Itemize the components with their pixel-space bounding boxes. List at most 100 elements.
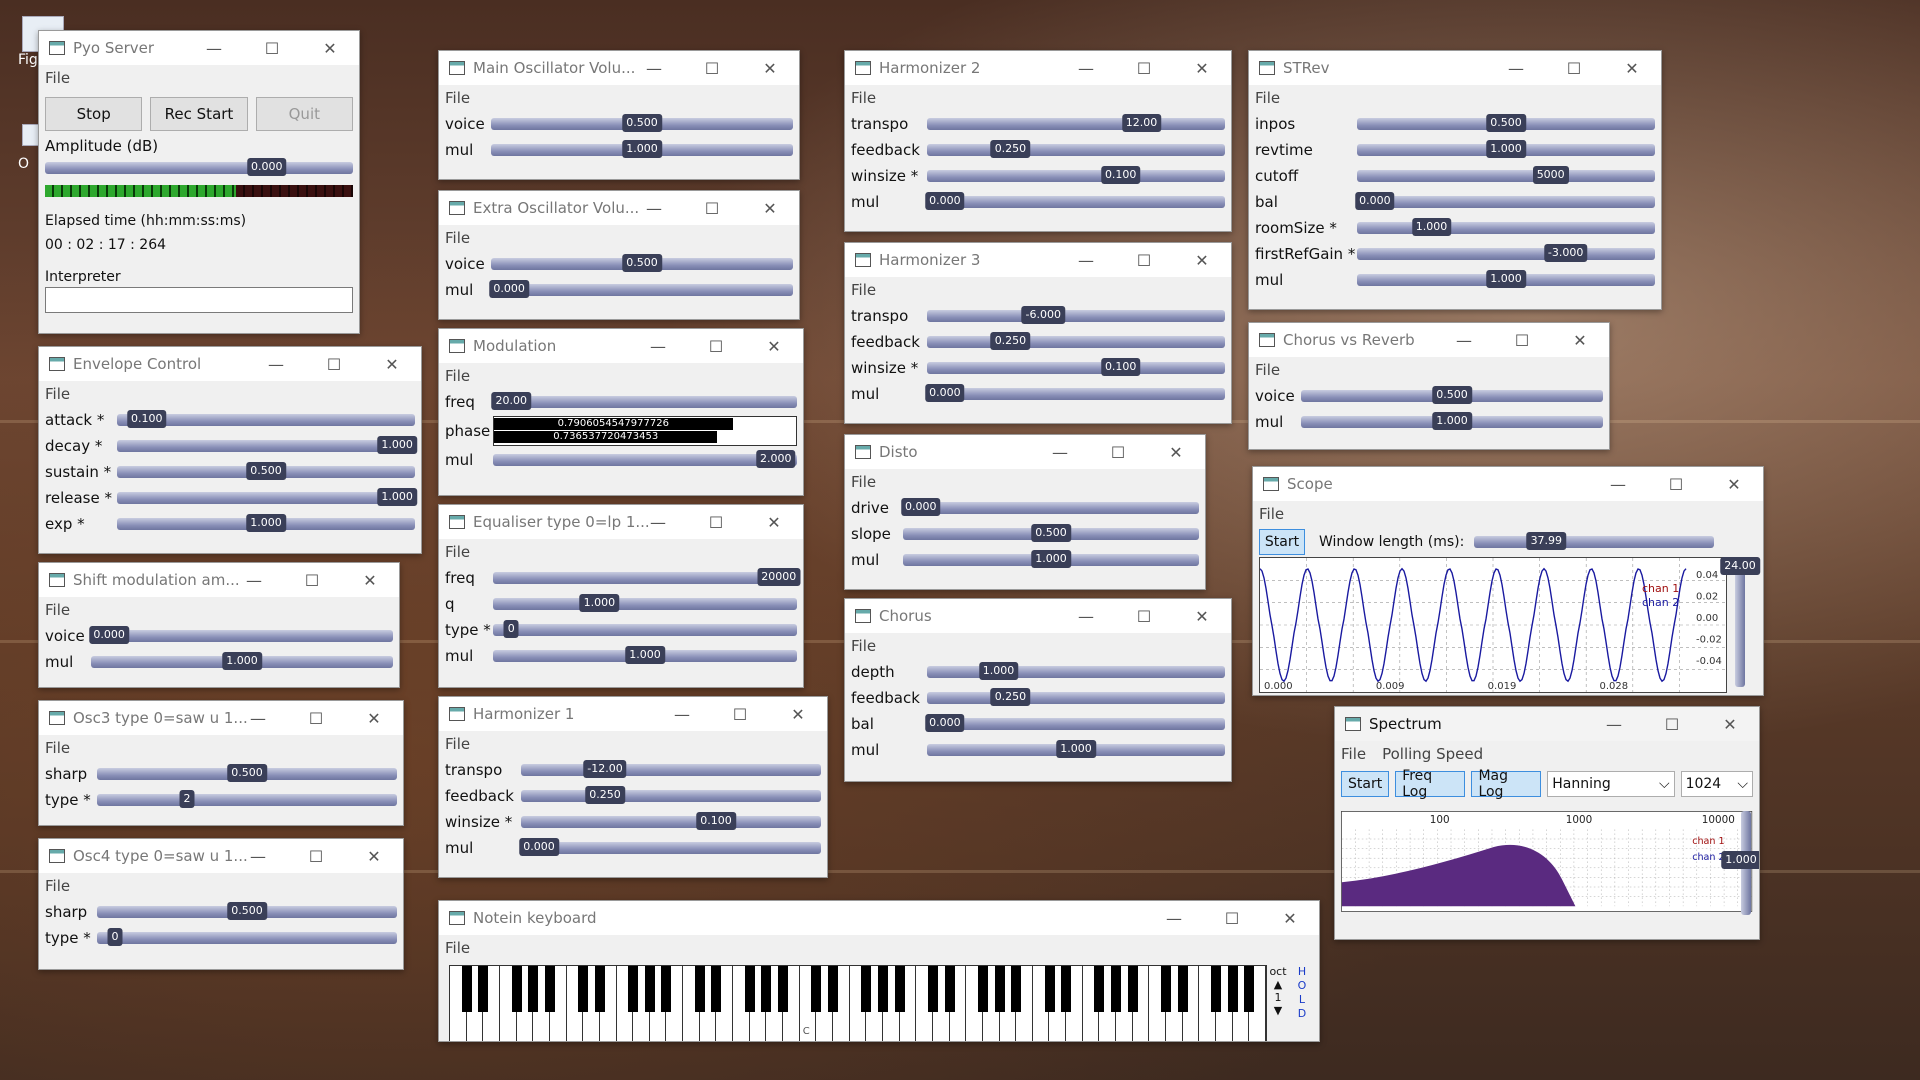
maximize-icon[interactable]: ☐	[1115, 51, 1173, 85]
black-key[interactable]	[528, 966, 539, 1012]
maximize-icon[interactable]: ☐	[1545, 51, 1603, 85]
mag-log-button[interactable]: Mag Log	[1471, 768, 1542, 800]
black-key[interactable]	[1244, 966, 1255, 1012]
parameter-slider[interactable]: 0.500	[491, 114, 793, 132]
parameter-slider[interactable]: 0.000	[901, 498, 1199, 516]
maximize-icon[interactable]: ☐	[1115, 599, 1173, 633]
black-key[interactable]	[1011, 966, 1022, 1012]
parameter-slider[interactable]: 0.250	[927, 332, 1225, 350]
black-key[interactable]	[1111, 966, 1122, 1012]
menu-file[interactable]: File	[445, 543, 470, 561]
octave-down-icon[interactable]: ▼	[1267, 1004, 1289, 1017]
parameter-slider[interactable]: 0.000	[489, 280, 793, 298]
black-key[interactable]	[861, 966, 872, 1012]
parameter-slider[interactable]: 0.100	[927, 358, 1225, 376]
menu-file[interactable]: File	[45, 69, 70, 87]
close-icon[interactable]: ✕	[1173, 243, 1231, 277]
menu-file[interactable]: File	[851, 281, 876, 299]
minimize-icon[interactable]: —	[625, 191, 683, 225]
black-key[interactable]	[1127, 966, 1138, 1012]
close-icon[interactable]: ✕	[341, 563, 399, 597]
maximize-icon[interactable]: ☐	[283, 563, 341, 597]
window-type-select[interactable]: Hanning ⌵	[1547, 771, 1675, 797]
black-key[interactable]	[1044, 966, 1055, 1012]
minimize-icon[interactable]: —	[1031, 435, 1089, 469]
maximize-icon[interactable]: ☐	[305, 347, 363, 381]
black-key[interactable]	[711, 966, 722, 1012]
maximize-icon[interactable]: ☐	[287, 839, 345, 873]
menu-file[interactable]: File	[1341, 745, 1366, 763]
close-icon[interactable]: ✕	[1261, 901, 1319, 935]
menu-file[interactable]: File	[445, 735, 470, 753]
spectrum-start-button[interactable]: Start	[1341, 771, 1390, 797]
spectrum-gain-slider[interactable]: 1.000	[1721, 811, 1759, 915]
parameter-slider[interactable]: 1.000	[117, 436, 417, 454]
black-key[interactable]	[1211, 966, 1222, 1012]
maximize-icon[interactable]: ☐	[683, 51, 741, 85]
menu-file[interactable]: File	[851, 473, 876, 491]
menu-file[interactable]: File	[851, 89, 876, 107]
minimize-icon[interactable]: —	[1487, 51, 1545, 85]
close-icon[interactable]: ✕	[1701, 707, 1759, 741]
black-key[interactable]	[1061, 966, 1072, 1012]
black-key[interactable]	[578, 966, 589, 1012]
minimize-icon[interactable]: —	[653, 697, 711, 731]
parameter-slider[interactable]: 0.000	[519, 838, 821, 856]
black-key[interactable]	[644, 966, 655, 1012]
parameter-slider[interactable]: 0.000	[925, 192, 1225, 210]
maximize-icon[interactable]: ☐	[683, 191, 741, 225]
parameter-slider[interactable]: 0.500	[491, 254, 793, 272]
rec-start-button[interactable]: Rec Start	[150, 97, 248, 131]
parameter-slider[interactable]: 12.00	[927, 114, 1225, 132]
black-key[interactable]	[594, 966, 605, 1012]
maximize-icon[interactable]: ☐	[243, 31, 301, 65]
parameter-slider[interactable]: 0.250	[927, 140, 1225, 158]
minimize-icon[interactable]: —	[1585, 707, 1643, 741]
quit-button[interactable]: Quit	[255, 97, 353, 131]
close-icon[interactable]: ✕	[1705, 467, 1763, 501]
parameter-slider[interactable]: 1.000	[1357, 218, 1655, 236]
fft-size-select[interactable]: 1024 ⌵	[1680, 771, 1753, 797]
parameter-slider[interactable]: 0.100	[117, 410, 415, 428]
maximize-icon[interactable]: ☐	[1203, 901, 1261, 935]
parameter-slider[interactable]: 1.000	[1301, 412, 1603, 430]
black-key[interactable]	[628, 966, 639, 1012]
parameter-slider[interactable]: 0.250	[927, 688, 1225, 706]
minimize-icon[interactable]: —	[185, 31, 243, 65]
parameter-slider[interactable]: 1.000	[493, 594, 797, 612]
parameter-slider[interactable]: 0	[97, 928, 397, 946]
minimize-icon[interactable]: —	[1435, 323, 1493, 357]
menu-file[interactable]: File	[445, 229, 470, 247]
parameter-slider[interactable]: 1.000	[117, 514, 415, 532]
black-key[interactable]	[977, 966, 988, 1012]
black-key[interactable]	[877, 966, 888, 1012]
close-icon[interactable]: ✕	[1551, 323, 1609, 357]
amplitude-slider[interactable]: 0.000	[45, 158, 353, 176]
scope-gain-slider[interactable]: 24.00	[1720, 557, 1760, 687]
black-key[interactable]	[944, 966, 955, 1012]
scope-start-button[interactable]: Start	[1259, 529, 1305, 555]
black-key[interactable]	[828, 966, 839, 1012]
maximize-icon[interactable]: ☐	[1115, 243, 1173, 277]
parameter-slider[interactable]: 0.500	[903, 524, 1199, 542]
black-key[interactable]	[894, 966, 905, 1012]
minimize-icon[interactable]: —	[629, 329, 687, 363]
parameter-slider[interactable]: 1.000	[91, 652, 393, 670]
close-icon[interactable]: ✕	[741, 191, 799, 225]
window-length-slider[interactable]: 37.99	[1474, 532, 1715, 550]
black-key[interactable]	[511, 966, 522, 1012]
minimize-icon[interactable]: —	[1589, 467, 1647, 501]
maximize-icon[interactable]: ☐	[711, 697, 769, 731]
minimize-icon[interactable]: —	[1057, 51, 1115, 85]
minimize-icon[interactable]: —	[1145, 901, 1203, 935]
black-key[interactable]	[744, 966, 755, 1012]
menu-file[interactable]: File	[1255, 361, 1280, 379]
interpreter-input[interactable]	[45, 287, 353, 313]
close-icon[interactable]: ✕	[301, 31, 359, 65]
black-key[interactable]	[761, 966, 772, 1012]
mul-slider[interactable]: 2.000	[493, 450, 797, 468]
parameter-slider[interactable]: -3.000	[1357, 244, 1655, 262]
parameter-slider[interactable]: 0.500	[1301, 386, 1603, 404]
parameter-slider[interactable]: 20000	[493, 568, 801, 586]
black-key[interactable]	[778, 966, 789, 1012]
